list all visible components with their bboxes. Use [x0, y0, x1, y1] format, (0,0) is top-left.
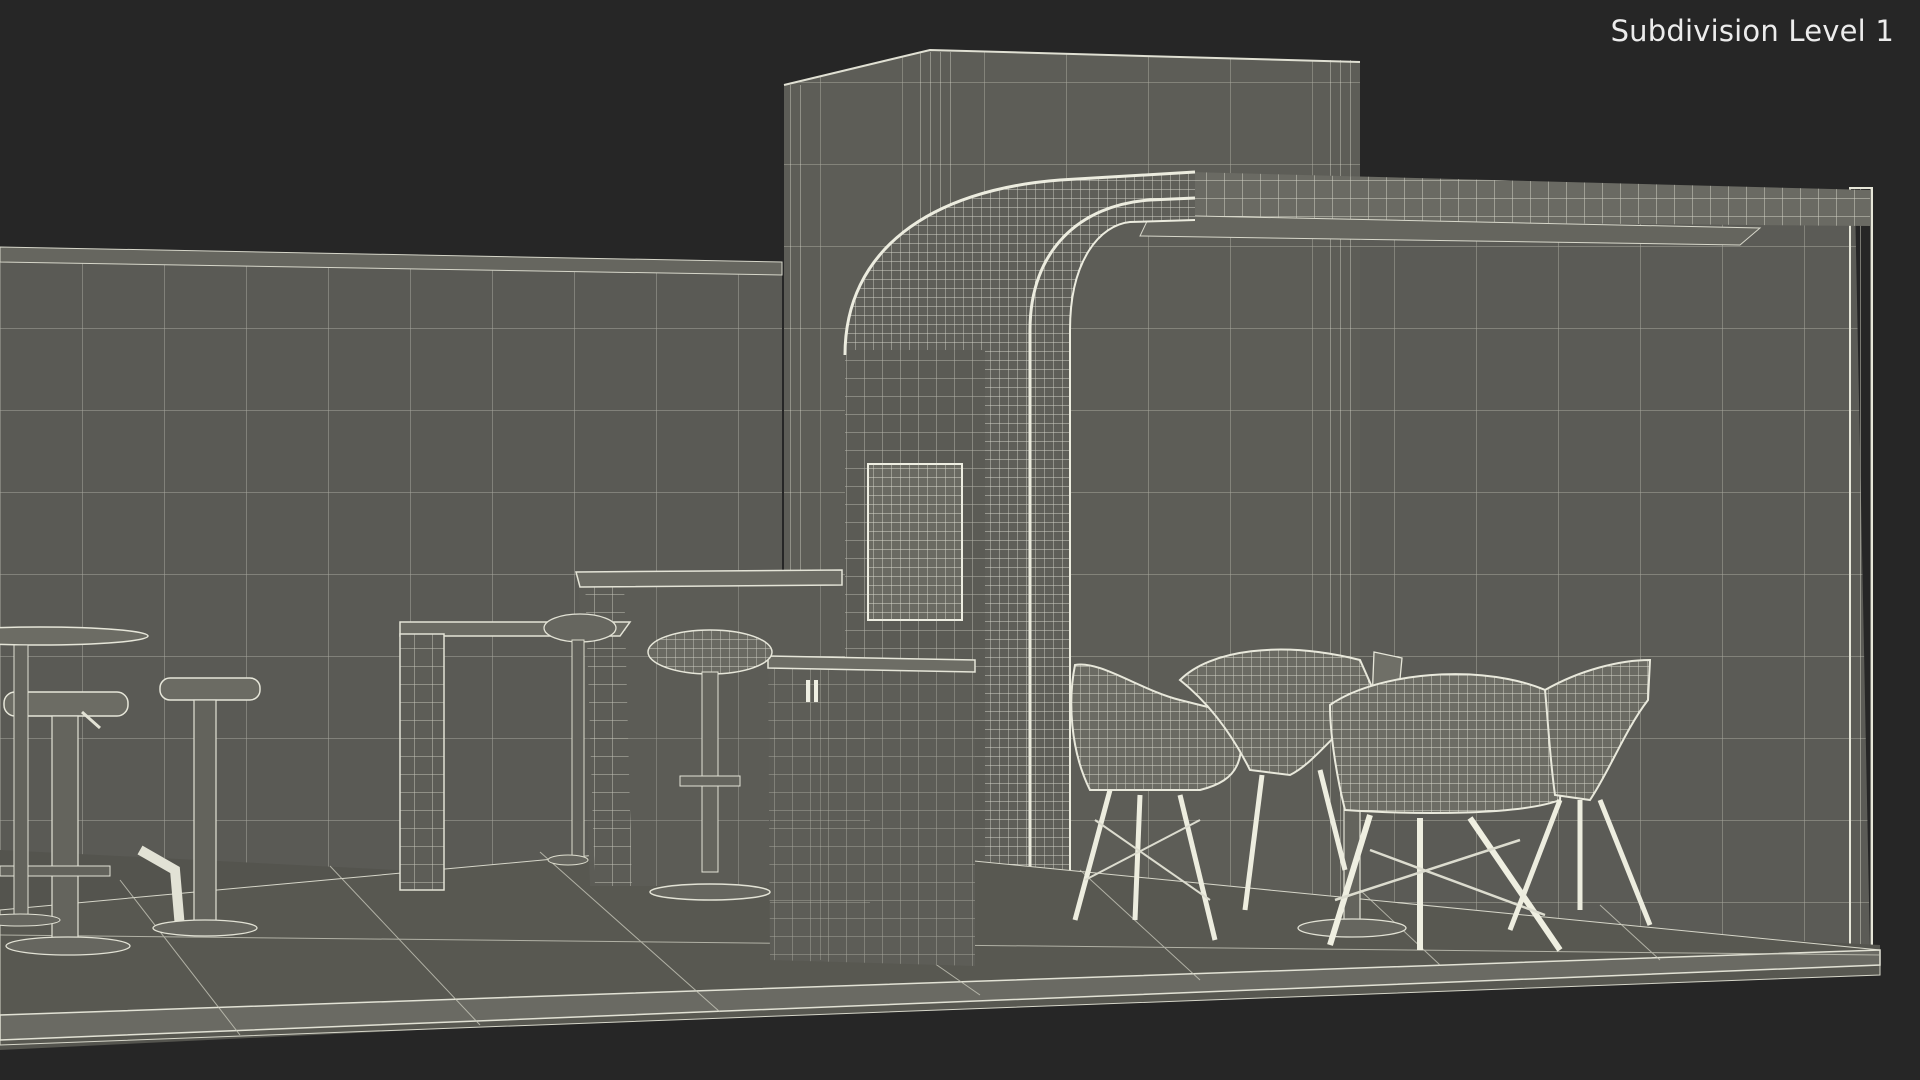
- wall-panel-screen: [867, 463, 963, 621]
- subdivision-level-label: Subdivision Level 1: [1610, 14, 1894, 48]
- wireframe-scene[interactable]: [0, 0, 1920, 1080]
- 3d-viewport[interactable]: Subdivision Level 1: [0, 0, 1920, 1080]
- storage-cabinet: [767, 655, 976, 966]
